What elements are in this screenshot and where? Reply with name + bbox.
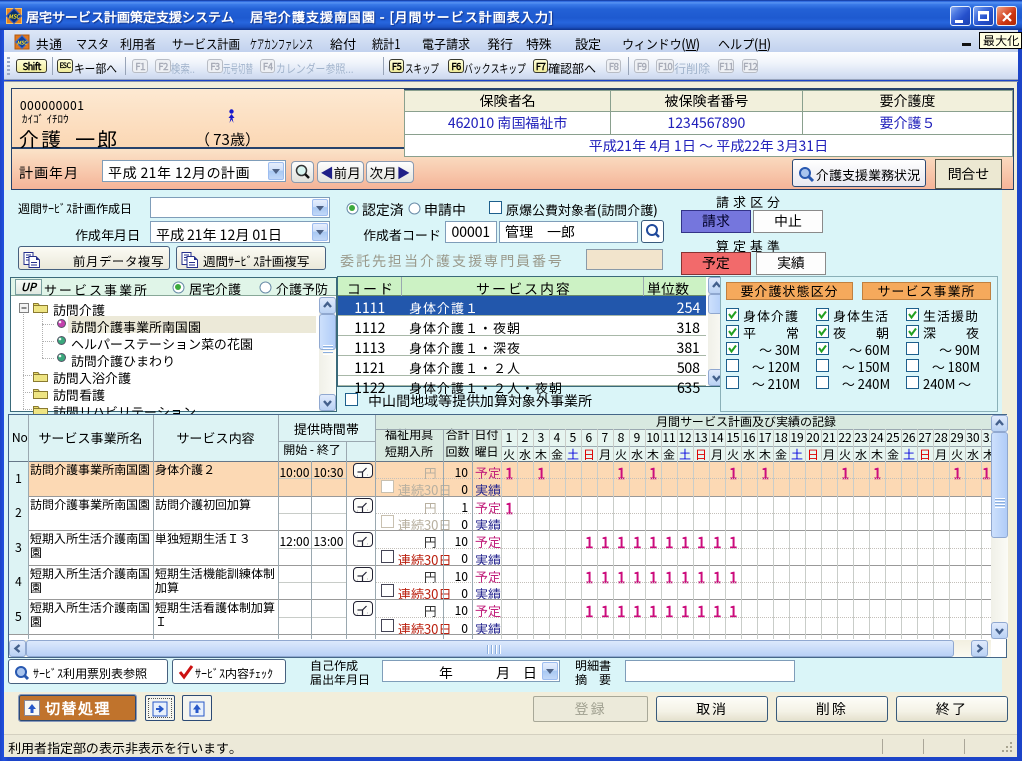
svg-text:MSC: MSC — [17, 40, 28, 47]
svg-text:MSC: MSC — [8, 13, 21, 21]
